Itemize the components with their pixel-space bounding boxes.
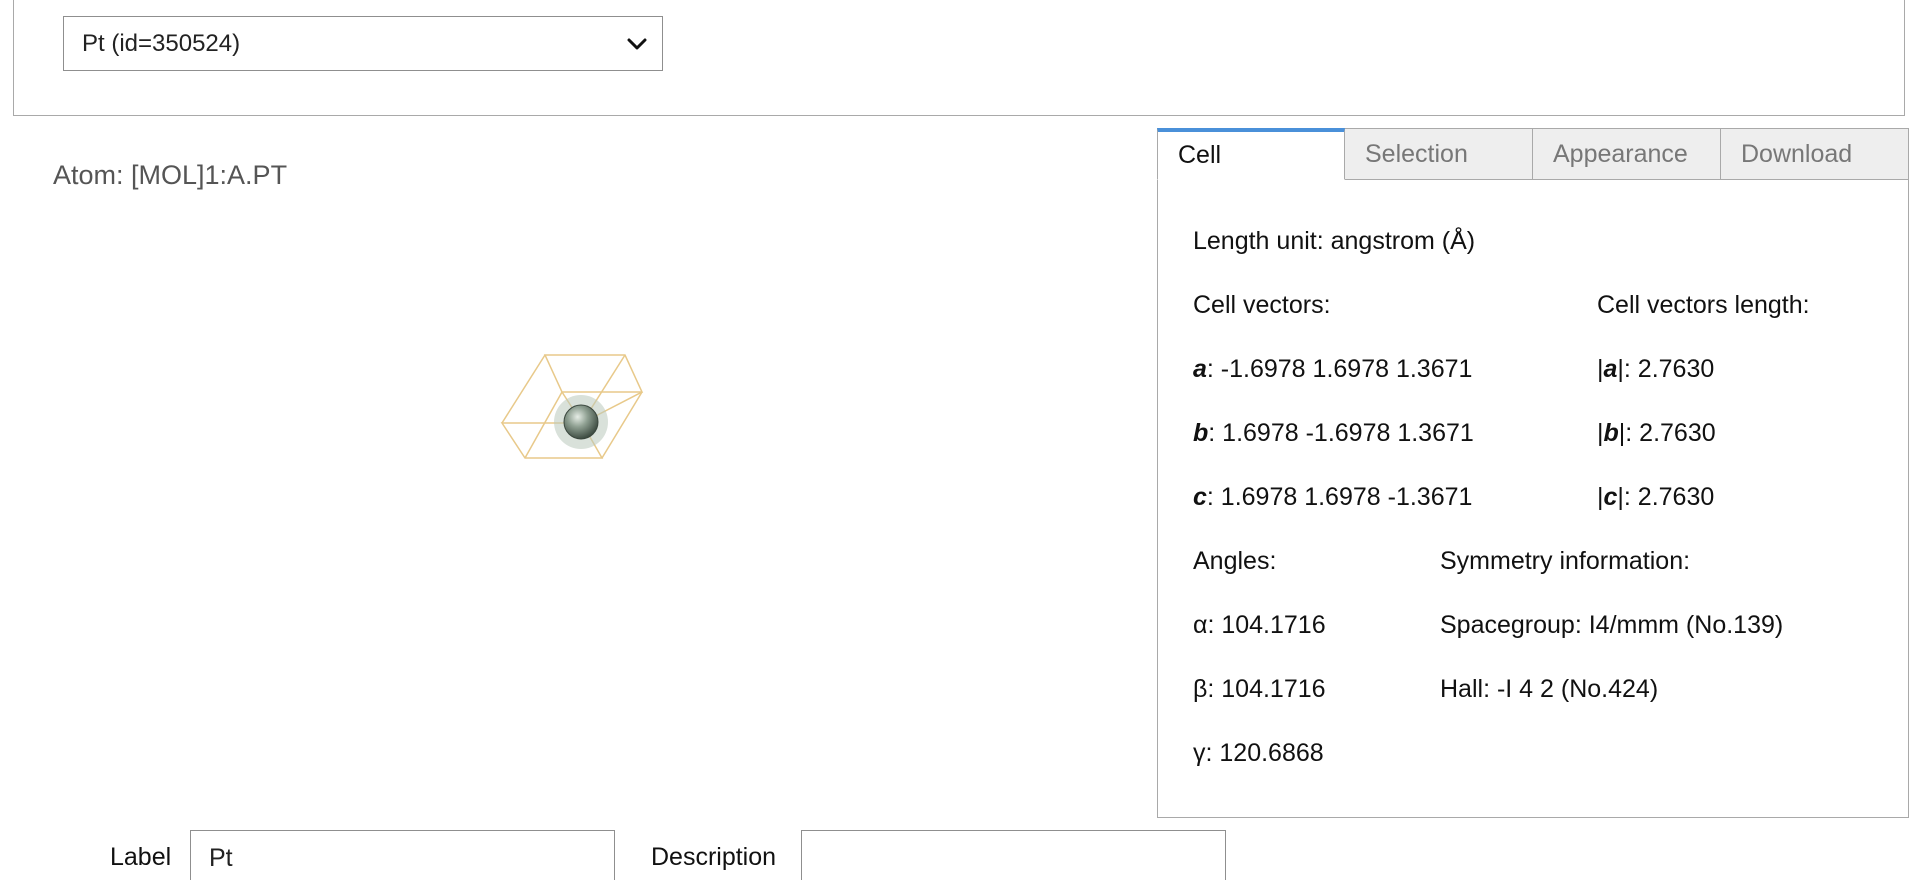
cell-vector-a-length: |a|: 2.7630 [1597, 355, 1715, 383]
3d-structure-viewer[interactable] [20, 200, 1150, 820]
angle-alpha: α: 104.1716 [1193, 611, 1326, 639]
length-unit-text: Length unit: angstrom (Å) [1193, 227, 1476, 255]
vector-a-length-name: a [1603, 355, 1618, 383]
tab-bar: Cell Selection Appearance Download [1157, 128, 1909, 180]
cell-vector-c: c: 1.6978 1.6978 -1.3671 [1193, 483, 1472, 512]
cell-vectors-heading: Cell vectors: [1193, 291, 1331, 319]
platinum-atom[interactable] [563, 404, 599, 440]
atom-hover-label: Atom: [MOL]1:A.PT [53, 160, 288, 190]
vector-c-name: c [1193, 483, 1207, 511]
info-tab-panel: Cell Selection Appearance Download Lengt… [1157, 128, 1909, 818]
structure-dropdown[interactable]: Pt (id=350524) [63, 16, 663, 71]
structure-dropdown-value: Pt (id=350524) [82, 29, 241, 57]
description-input[interactable] [801, 830, 1226, 880]
angles-heading: Angles: [1193, 547, 1277, 575]
structure-viewer-page: Pt (id=350524) Atom: [MOL]1:A.PT Cell Se… [0, 0, 1920, 880]
vector-c-length-value: 2.7630 [1637, 483, 1715, 511]
cell-vector-b-length: |b|: 2.7630 [1597, 419, 1716, 447]
vector-a-length-value: 2.7630 [1637, 355, 1715, 383]
vector-b-name: b [1193, 419, 1209, 447]
vector-a-values: : -1.6978 1.6978 1.3671 [1206, 355, 1473, 383]
angle-beta: β: 104.1716 [1193, 675, 1326, 703]
label-field-caption: Label [110, 843, 172, 871]
tab-cell-label: Cell [1178, 141, 1222, 169]
vector-a-name: a [1193, 355, 1207, 383]
cell-vector-a: a: -1.6978 1.6978 1.3671 [1193, 355, 1472, 384]
tab-download[interactable]: Download [1721, 128, 1909, 180]
label-input[interactable] [190, 830, 615, 880]
vector-b-length-name: b [1603, 419, 1619, 447]
symmetry-heading: Symmetry information: [1440, 547, 1691, 575]
tab-selection-label: Selection [1365, 139, 1468, 168]
cell-vectors-length-heading: Cell vectors length: [1597, 291, 1810, 319]
unit-cell-render [500, 354, 644, 459]
vector-b-values: : 1.6978 -1.6978 1.3671 [1208, 419, 1474, 447]
tab-selection[interactable]: Selection [1345, 128, 1533, 180]
chevron-down-icon [627, 38, 647, 50]
tab-cell[interactable]: Cell [1157, 128, 1345, 180]
cell-vector-b: b: 1.6978 -1.6978 1.3671 [1193, 419, 1474, 448]
description-field-caption: Description [651, 843, 777, 871]
vector-c-length-name: c [1603, 483, 1618, 511]
structure-selector-panel: Pt (id=350524) [13, 0, 1905, 116]
tab-appearance-label: Appearance [1553, 139, 1688, 168]
tab-appearance[interactable]: Appearance [1533, 128, 1721, 180]
hall-symbol-text: Hall: -I 4 2 (No.424) [1440, 675, 1659, 703]
spacegroup-text: Spacegroup: I4/mmm (No.139) [1440, 611, 1784, 639]
tab-download-label: Download [1741, 139, 1853, 168]
angle-gamma: γ: 120.6868 [1193, 739, 1324, 767]
cell-vector-c-length: |c|: 2.7630 [1597, 483, 1715, 511]
vector-b-length-value: 2.7630 [1639, 419, 1716, 447]
vector-c-values: : 1.6978 1.6978 -1.3671 [1206, 483, 1473, 511]
